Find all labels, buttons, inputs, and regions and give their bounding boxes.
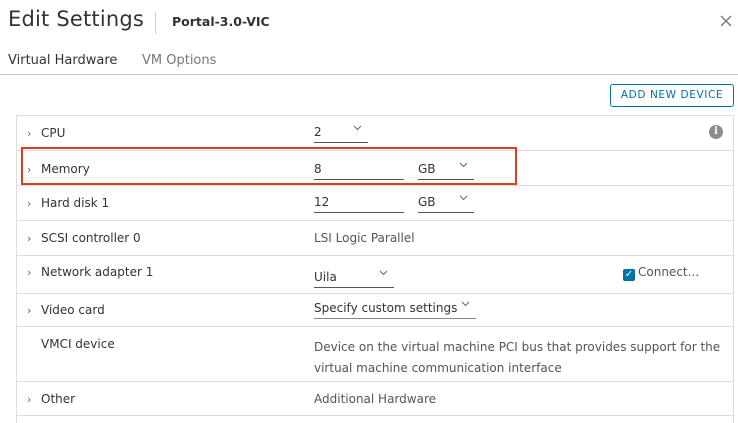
video-label-text: Video card (41, 303, 105, 317)
cpu-select[interactable]: 2 (314, 123, 368, 143)
connect-label: Connect... (638, 265, 700, 279)
hard-disk-value: 12 (314, 195, 330, 209)
scsi-controller-row: › SCSI controller 0 LSI Logic Parallel (17, 221, 733, 256)
chevron-right-icon[interactable]: › (27, 393, 41, 406)
hard-disk-input[interactable]: 12 (314, 193, 404, 213)
scsi-controller-label[interactable]: › SCSI controller 0 (27, 231, 141, 245)
vmci-label: VMCI device (41, 337, 115, 351)
hard-disk-unit-select[interactable]: GB (418, 193, 474, 213)
chevron-down-icon (461, 299, 470, 310)
chevron-right-icon[interactable]: › (27, 197, 41, 210)
vmci-description-line1: Device on the virtual machine PCI bus th… (314, 340, 721, 354)
other-label-text: Other (41, 392, 76, 406)
video-card-row: › Video card Specify custom settings (17, 294, 733, 327)
vmci-device-row: VMCI device Device on the virtual machin… (17, 327, 733, 382)
info-icon[interactable]: i (709, 125, 723, 139)
dialog-title: Edit Settings (8, 7, 145, 31)
check-icon[interactable]: ✓ (623, 269, 635, 281)
hard-disk-row: › Hard disk 1 12 GB (17, 186, 733, 221)
other-value: Additional Hardware (314, 392, 436, 406)
chevron-right-icon[interactable]: › (27, 304, 41, 317)
hard-disk-label[interactable]: › Hard disk 1 (27, 196, 109, 210)
connect-checkbox[interactable]: ✓ Connect... (623, 265, 699, 281)
scsi-label-text: SCSI controller 0 (41, 231, 141, 245)
hardware-grid: › CPU 2 i › Memory 8 GB › Hard disk 1 12… (16, 115, 734, 423)
network-select[interactable]: Uila (314, 268, 394, 288)
network-label-text: Network adapter 1 (41, 265, 154, 279)
title-divider (155, 12, 156, 34)
hard-disk-unit: GB (418, 195, 436, 209)
chevron-down-icon (459, 193, 468, 204)
video-card-select[interactable]: Specify custom settings (314, 299, 476, 319)
memory-label[interactable]: › Memory (27, 162, 90, 176)
close-icon[interactable] (720, 8, 732, 32)
cpu-label[interactable]: › CPU (27, 126, 65, 140)
dialog-header: Edit Settings Portal-3.0-VIC (0, 0, 738, 44)
add-new-device-button[interactable]: ADD NEW DEVICE (610, 84, 734, 107)
network-adapter-label[interactable]: › Network adapter 1 (27, 265, 153, 279)
tab-virtual-hardware[interactable]: Virtual Hardware (8, 53, 117, 68)
other-row: › Other Additional Hardware (17, 382, 733, 416)
network-value: Uila (314, 270, 337, 284)
chevron-right-icon[interactable]: › (27, 127, 41, 140)
vmci-description: Device on the virtual machine PCI bus th… (314, 337, 720, 379)
memory-unit: GB (418, 162, 436, 176)
chevron-down-icon (459, 160, 468, 171)
scsi-value: LSI Logic Parallel (314, 231, 415, 245)
chevron-right-icon[interactable]: › (27, 163, 41, 176)
vm-name: Portal-3.0-VIC (172, 14, 270, 29)
video-card-label[interactable]: › Video card (27, 303, 105, 317)
vmci-description-line2: virtual machine communication interface (314, 361, 562, 375)
cpu-row: › CPU 2 i (17, 116, 733, 151)
memory-value: 8 (314, 162, 322, 176)
memory-unit-select[interactable]: GB (418, 160, 474, 180)
video-value: Specify custom settings (314, 301, 458, 315)
chevron-right-icon[interactable]: › (27, 266, 41, 279)
hard-disk-label-text: Hard disk 1 (41, 196, 110, 210)
memory-input[interactable]: 8 (314, 160, 404, 180)
chevron-right-icon[interactable]: › (27, 232, 41, 245)
chevron-down-icon (379, 268, 388, 279)
memory-label-text: Memory (41, 162, 90, 176)
network-adapter-row: › Network adapter 1 Uila ✓ Connect... (17, 256, 733, 294)
cpu-value: 2 (314, 125, 322, 139)
cpu-label-text: CPU (41, 126, 66, 140)
other-label[interactable]: › Other (27, 392, 75, 406)
memory-row: › Memory 8 GB (17, 151, 733, 186)
tab-bar: Virtual Hardware VM Options (0, 50, 738, 75)
chevron-down-icon (353, 123, 362, 134)
tab-vm-options[interactable]: VM Options (142, 53, 216, 68)
